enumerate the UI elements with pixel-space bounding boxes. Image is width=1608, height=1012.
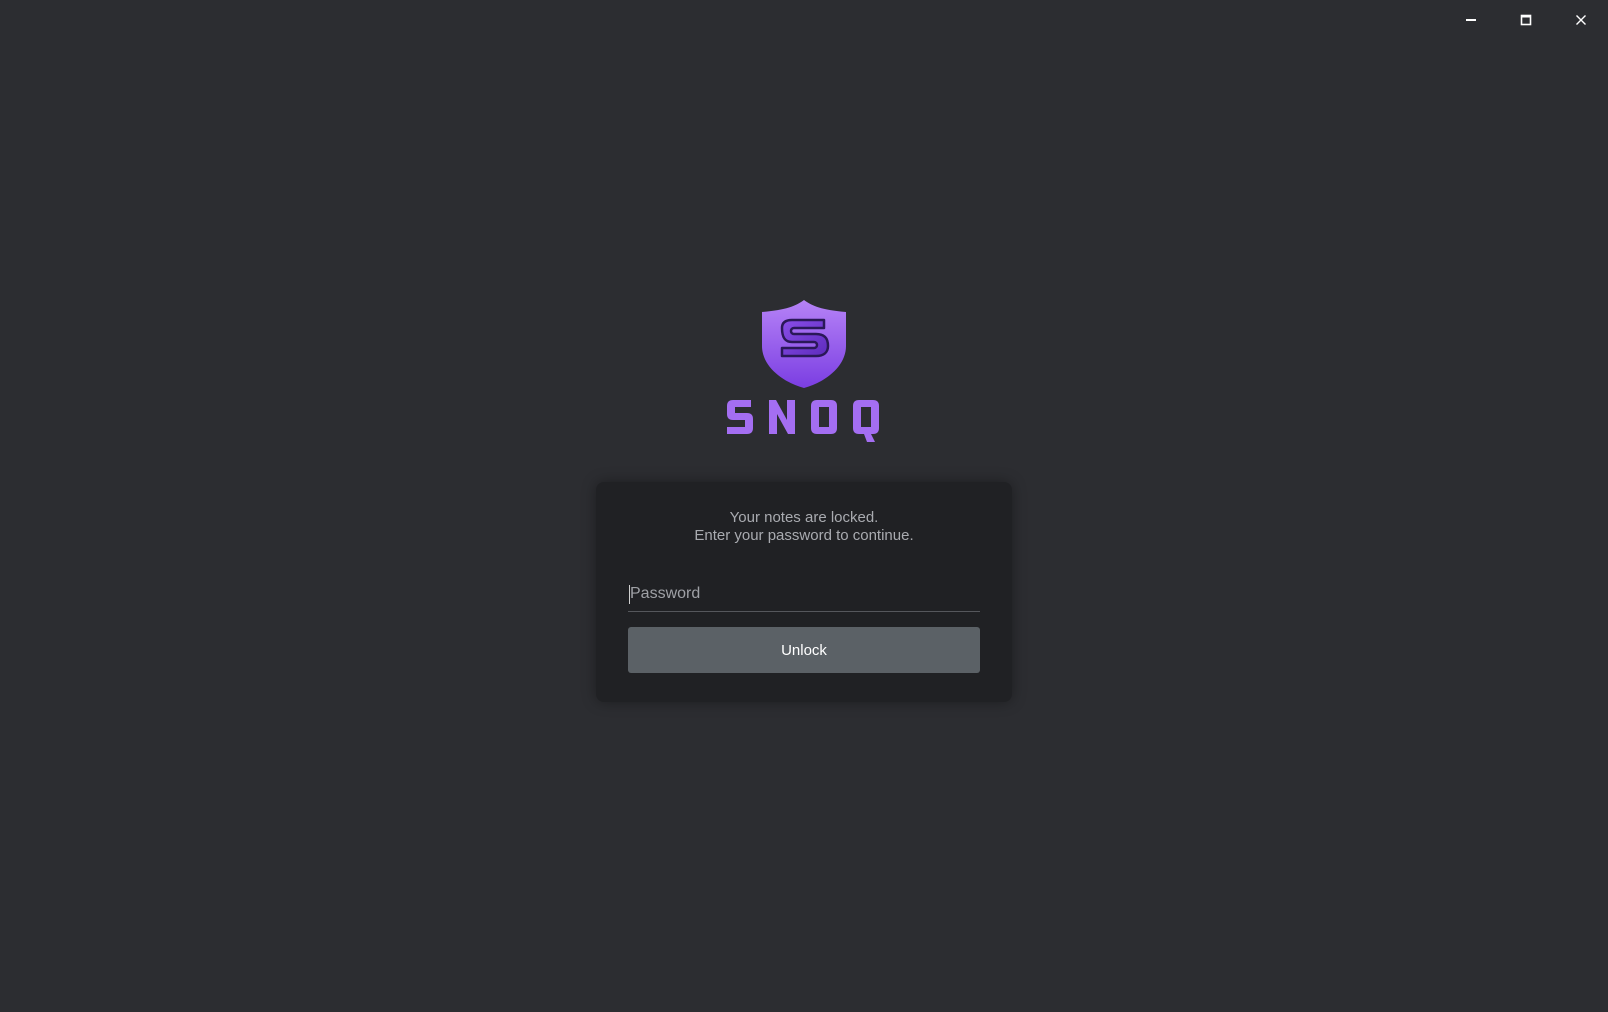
- app-wordmark: [727, 400, 879, 442]
- close-button[interactable]: [1553, 0, 1608, 40]
- close-icon: [1575, 15, 1586, 25]
- minimize-button[interactable]: [1443, 0, 1498, 40]
- password-field[interactable]: [628, 578, 980, 612]
- minimize-icon: [1465, 19, 1476, 21]
- app-logo: [0, 298, 1608, 444]
- unlock-button[interactable]: Unlock: [628, 627, 980, 673]
- lock-message: Your notes are locked. Enter your passwo…: [596, 509, 1012, 545]
- app-window: Your notes are locked. Enter your passwo…: [0, 0, 1608, 1012]
- window-controls: [1443, 0, 1608, 40]
- text-caret: [629, 585, 630, 604]
- unlock-card: Your notes are locked. Enter your passwo…: [596, 482, 1012, 702]
- lock-message-line2: Enter your password to continue.: [694, 527, 914, 544]
- password-input[interactable]: [628, 578, 980, 610]
- maximize-button[interactable]: [1498, 0, 1553, 40]
- maximize-icon: [1520, 14, 1531, 26]
- shield-s-icon: [762, 300, 846, 388]
- lock-message-line1: Your notes are locked.: [729, 509, 879, 526]
